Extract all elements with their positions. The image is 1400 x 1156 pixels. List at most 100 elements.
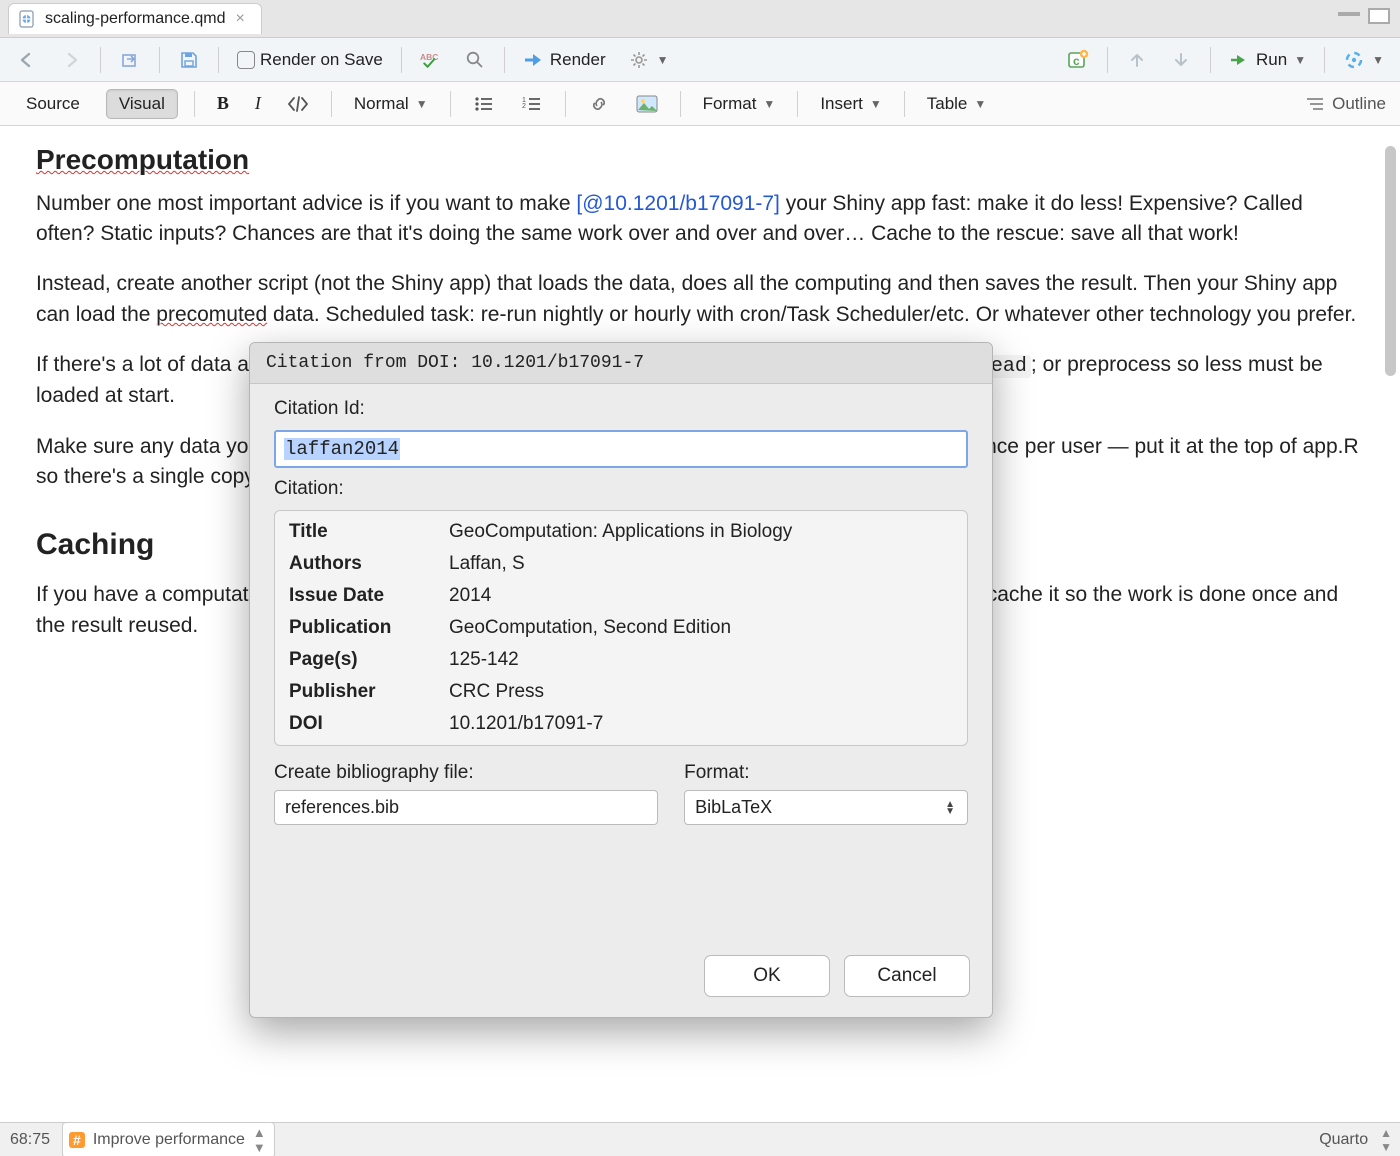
field-issue-date-value: 2014 [449, 585, 953, 607]
field-authors-key: Authors [289, 553, 439, 575]
separator [565, 91, 566, 117]
paragraph-style-dropdown[interactable]: Normal ▼ [348, 91, 434, 117]
render-button[interactable]: Render [517, 46, 612, 74]
separator [218, 47, 219, 73]
citation-label: Citation: [274, 478, 968, 500]
bold-icon: B [217, 93, 229, 114]
publish-button[interactable]: ▼ [1337, 46, 1390, 74]
bib-format-label: Format: [684, 762, 968, 784]
svg-text:2: 2 [522, 103, 526, 110]
render-on-save-toggle[interactable]: Render on Save [231, 47, 389, 73]
go-next-chunk-button[interactable] [1164, 46, 1198, 74]
cancel-button[interactable]: Cancel [844, 955, 970, 997]
paragraph: Instead, create another script (not the … [36, 269, 1364, 330]
bib-format-select[interactable]: BibLaTeX ▲▼ [684, 790, 968, 825]
field-publisher-key: Publisher [289, 681, 439, 703]
insert-label: Insert [820, 94, 863, 114]
stepper-icon: ▲▼ [1380, 1126, 1390, 1154]
render-settings-button[interactable]: ▼ [622, 46, 675, 74]
source-mode-button[interactable]: Source [14, 90, 92, 118]
spellcheck-button[interactable]: ABC [414, 46, 448, 74]
code-button[interactable] [281, 90, 315, 118]
rstudio-app: scaling-performance.qmd × [0, 0, 1400, 1156]
statusbar: 68:75 # Improve performance ▲▼ Quarto ▲▼ [0, 1122, 1400, 1156]
citation-ref[interactable]: [@10.1201/b17091-7] [576, 192, 779, 215]
numbered-list-button[interactable]: 12 [515, 90, 549, 118]
minimize-pane-icon[interactable] [1338, 8, 1360, 16]
separator [504, 47, 505, 73]
dialog-footer: OK Cancel [250, 941, 992, 1017]
ok-button[interactable]: OK [704, 955, 830, 997]
link-button[interactable] [582, 90, 616, 118]
editor-area: Precomputation Number one most important… [0, 126, 1400, 1122]
separator [797, 91, 798, 117]
document-tab[interactable]: scaling-performance.qmd × [8, 3, 262, 34]
select-caret-icon: ▲▼ [945, 801, 955, 815]
maximize-pane-icon[interactable] [1368, 8, 1390, 24]
language-indicator[interactable]: Quarto [1319, 1131, 1368, 1149]
field-doi-value: 10.1201/b17091-7 [449, 713, 953, 735]
window-controls [1338, 8, 1390, 24]
quarto-doc-icon [19, 10, 37, 28]
svg-text:ABC: ABC [420, 52, 438, 62]
separator [100, 47, 101, 73]
dialog-title: Citation from DOI: 10.1201/b17091-7 [250, 343, 992, 384]
tab-filename: scaling-performance.qmd [45, 10, 226, 28]
scrollbar-thumb[interactable] [1385, 146, 1396, 376]
bullet-list-icon [473, 93, 495, 115]
field-title-value: GeoComputation: Applications in Biology [449, 521, 953, 543]
outline-label: Outline [1332, 94, 1386, 114]
close-icon[interactable]: × [234, 10, 247, 28]
field-publisher-value: CRC Press [449, 681, 953, 703]
field-publication-key: Publication [289, 617, 439, 639]
bib-file-input[interactable]: references.bib [274, 790, 658, 825]
chevron-down-icon: ▼ [414, 97, 428, 111]
cursor-position[interactable]: 68:75 [10, 1131, 50, 1149]
bold-button[interactable]: B [211, 90, 235, 117]
chevron-down-icon: ▼ [972, 97, 986, 111]
citation-id-input[interactable]: laffan2014 [274, 430, 968, 468]
separator [401, 47, 402, 73]
insert-menu[interactable]: Insert ▼ [814, 91, 887, 117]
vertical-scrollbar[interactable] [1383, 126, 1398, 1122]
outline-icon [1304, 93, 1326, 115]
field-publication-value: GeoComputation, Second Edition [449, 617, 953, 639]
paragraph-style-label: Normal [354, 94, 409, 114]
open-in-window-button[interactable] [113, 46, 147, 74]
render-label: Render [550, 50, 606, 70]
italic-button[interactable]: I [249, 90, 267, 117]
publish-icon [1343, 49, 1365, 71]
main-toolbar: Render on Save ABC Render ▼ [0, 38, 1400, 82]
bibliography-row: Create bibliography file: references.bib… [274, 762, 968, 825]
chevron-down-icon: ▼ [655, 53, 669, 67]
outline-section-label: Improve performance [93, 1131, 245, 1149]
go-prev-chunk-button[interactable] [1120, 46, 1154, 74]
checkbox-icon [237, 51, 255, 69]
hash-badge-icon: # [69, 1132, 85, 1148]
nav-back-button[interactable] [10, 46, 44, 74]
outline-indicator[interactable]: # Improve performance ▲▼ [62, 1122, 275, 1156]
find-button[interactable] [458, 46, 492, 74]
visual-mode-button[interactable]: Visual [106, 89, 178, 119]
nav-forward-button[interactable] [54, 46, 88, 74]
field-doi-key: DOI [289, 713, 439, 735]
field-title-key: Title [289, 521, 439, 543]
outline-toggle[interactable]: Outline [1304, 93, 1386, 115]
bib-format-value: BibLaTeX [695, 797, 772, 817]
bullet-list-button[interactable] [467, 90, 501, 118]
visual-editor-toolbar: Source Visual B I Normal ▼ 12 [0, 82, 1400, 126]
arrow-down-icon [1170, 49, 1192, 71]
insert-chunk-button[interactable]: c [1061, 46, 1095, 74]
render-arrow-icon [523, 49, 545, 71]
run-button[interactable]: Run ▼ [1223, 46, 1312, 74]
separator [680, 91, 681, 117]
save-button[interactable] [172, 46, 206, 74]
spellcheck-abc-icon: ABC [420, 49, 442, 71]
chevron-down-icon: ▼ [868, 97, 882, 111]
image-button[interactable] [630, 90, 664, 118]
field-pages-key: Page(s) [289, 649, 439, 671]
table-menu[interactable]: Table ▼ [921, 91, 993, 117]
arrow-up-icon [1126, 49, 1148, 71]
format-menu[interactable]: Format ▼ [697, 91, 782, 117]
separator [450, 91, 451, 117]
